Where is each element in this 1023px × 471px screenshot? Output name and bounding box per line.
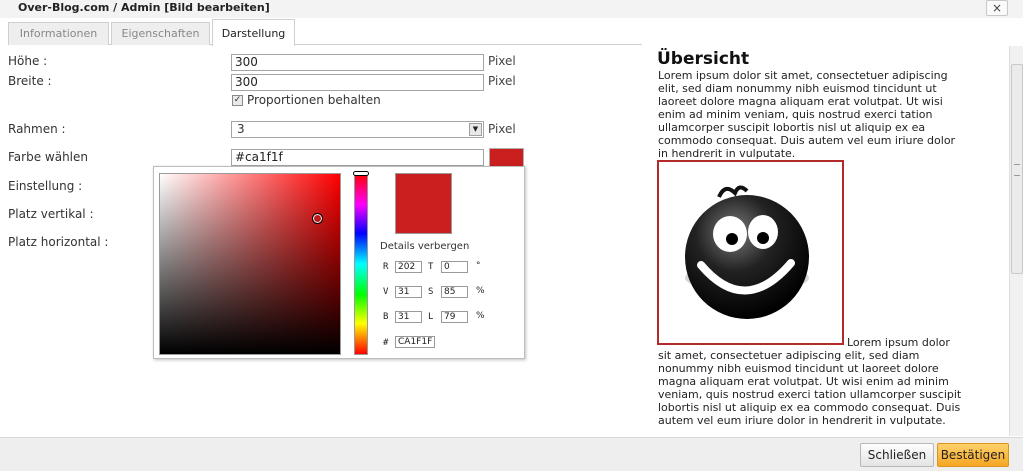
color-label: Farbe wählen — [8, 150, 88, 164]
hash-label: # — [383, 338, 389, 348]
color-preview — [395, 173, 452, 234]
s-label: S — [428, 287, 434, 297]
v-field[interactable]: 31 — [395, 286, 422, 298]
close-button[interactable]: Schließen — [860, 443, 934, 467]
keep-proportions-checkbox[interactable]: ✓ — [232, 95, 243, 106]
grip-icon — [1014, 164, 1020, 176]
width-unit: Pixel — [488, 74, 516, 88]
tab-bar: Informationen Eigenschaften Darstellung — [8, 19, 642, 46]
hue-slider[interactable] — [353, 171, 369, 355]
vspace-label: Platz vertikal : — [8, 207, 94, 221]
r-field[interactable]: 202 — [395, 261, 422, 273]
preview-image — [657, 160, 844, 345]
details-toggle[interactable]: Details verbergen — [380, 241, 469, 252]
tab-informationen[interactable]: Informationen — [8, 22, 109, 45]
color-picker: Details verbergen R 202 T 0 ° V 31 S 85 … — [153, 166, 525, 359]
border-label: Rahmen : — [8, 122, 66, 136]
l-unit: % — [476, 311, 485, 321]
l-label: L — [428, 312, 434, 322]
border-unit: Pixel — [488, 122, 516, 136]
tab-darstellung[interactable]: Darstellung — [212, 19, 295, 46]
window-title: Over-Blog.com / Admin [Bild bearbeiten] — [18, 1, 270, 14]
chevron-down-icon[interactable]: ▼ — [469, 123, 482, 136]
hue-slider-handle[interactable] — [353, 171, 369, 176]
hspace-label: Platz horizontal : — [8, 235, 109, 249]
t-unit: ° — [476, 261, 481, 271]
tab-eigenschaften[interactable]: Eigenschaften — [111, 22, 210, 45]
border-select[interactable]: 3 ▼ — [231, 121, 484, 138]
overview-title: Übersicht — [657, 49, 750, 69]
width-label: Breite : — [8, 74, 52, 88]
border-select-value: 3 — [237, 122, 245, 136]
vertical-scrollbar[interactable] — [1009, 46, 1023, 436]
hex-field[interactable]: CA1F1F — [395, 336, 435, 348]
color-input[interactable]: #ca1f1f — [231, 149, 484, 166]
confirm-button[interactable]: Bestätigen — [937, 443, 1009, 467]
s-unit: % — [476, 286, 485, 296]
window-titlebar: Over-Blog.com / Admin [Bild bearbeiten] — [0, 0, 1023, 18]
height-label: Höhe : — [8, 54, 48, 68]
preview-text-top: Lorem ipsum dolor sit amet, consectetuer… — [658, 69, 956, 160]
saturation-value-area[interactable] — [159, 173, 341, 355]
preview-text-bottom: sit amet, consectetuer adipiscing elit, … — [658, 349, 962, 427]
b-field[interactable]: 31 — [395, 311, 422, 323]
l-field[interactable]: 79 — [441, 311, 468, 323]
sv-cursor[interactable] — [312, 213, 323, 224]
b-label: B — [383, 312, 389, 322]
keep-proportions-label: Proportionen behalten — [247, 93, 381, 107]
preview-text-float: Lorem ipsum dolor — [847, 336, 950, 349]
color-swatch-button[interactable] — [489, 148, 524, 168]
close-icon[interactable]: × — [986, 0, 1008, 16]
t-field[interactable]: 0 — [441, 261, 468, 273]
r-label: R — [383, 262, 389, 272]
s-field[interactable]: 85 — [441, 286, 468, 298]
scrollbar-thumb[interactable] — [1011, 64, 1023, 274]
t-label: T — [428, 262, 434, 272]
height-unit: Pixel — [488, 54, 516, 68]
width-input[interactable]: 300 — [231, 74, 484, 91]
smiley-image — [685, 185, 809, 319]
v-label: V — [383, 287, 389, 297]
height-input[interactable]: 300 — [231, 54, 484, 71]
setting-label: Einstellung : — [8, 179, 83, 193]
